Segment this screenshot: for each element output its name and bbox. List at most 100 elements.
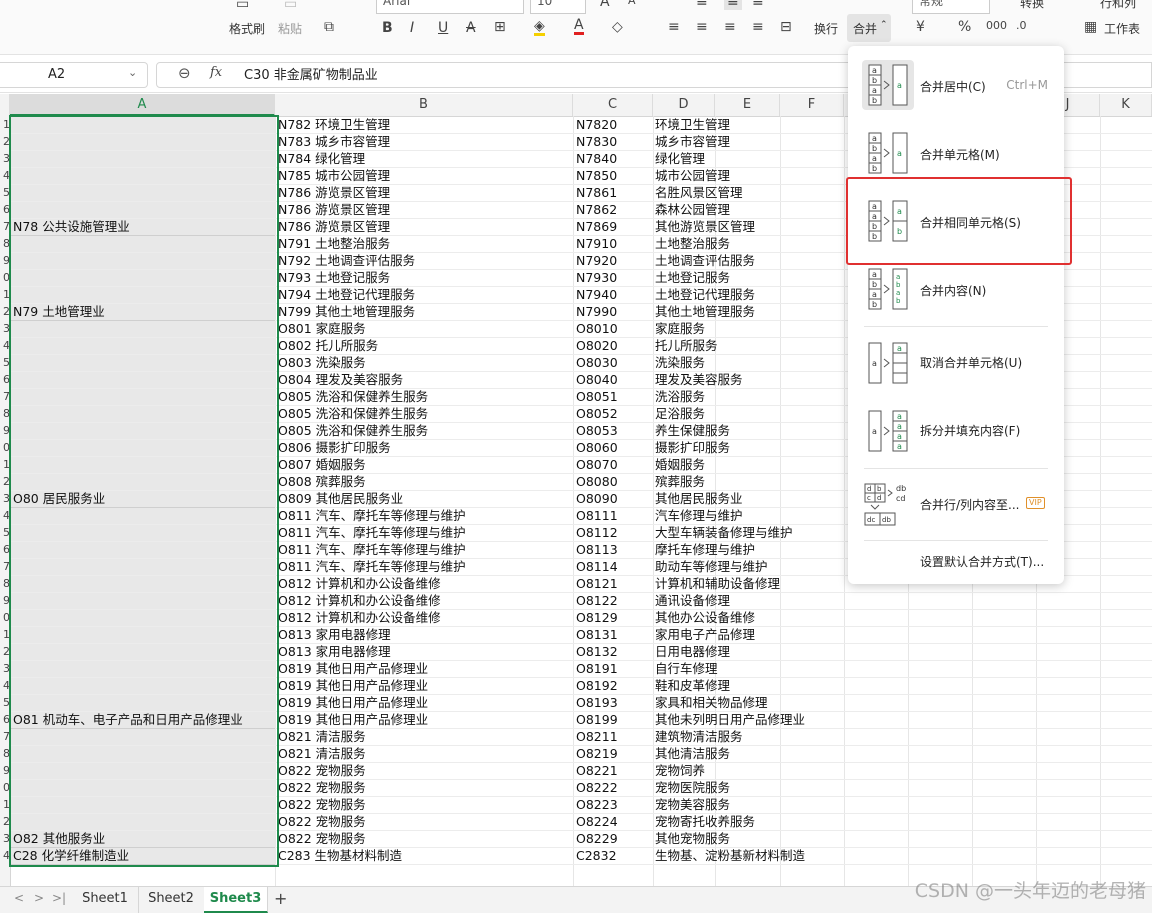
align-right-icon[interactable]: ≡ — [724, 19, 736, 35]
cell-b[interactable]: O812 计算机和办公设备维修 — [278, 592, 441, 609]
cell-d[interactable]: 通讯设备修理 — [655, 592, 730, 609]
copy-icon[interactable]: ⧉ — [324, 19, 334, 35]
menu-item-unmerge[interactable]: a a 取消合并单元格(U) — [848, 336, 1064, 396]
cell-d[interactable]: 其他居民服务业 — [655, 490, 743, 507]
cell-b[interactable]: N786 游览景区管理 — [278, 218, 390, 235]
align-center-icon[interactable]: ≡ — [696, 19, 708, 35]
cell-d[interactable]: 其他办公设备维修 — [655, 609, 755, 626]
cell-d[interactable]: 托儿所服务 — [655, 337, 718, 354]
cell-c[interactable]: O8053 — [576, 422, 618, 439]
cell-d[interactable]: 宠物美容服务 — [655, 796, 730, 813]
cell-d[interactable]: 其他未列明日用产品修理业 — [655, 711, 805, 728]
sheet-tab-2[interactable]: Sheet2 — [138, 887, 205, 913]
justify-icon[interactable]: ≡ — [752, 19, 764, 35]
menu-item-default-merge[interactable]: 设置默认合并方式(T)... — [848, 544, 1064, 578]
cell-b[interactable]: C283 生物基材料制造 — [278, 847, 402, 864]
cell-b[interactable]: O822 宠物服务 — [278, 830, 366, 847]
cell-b[interactable]: N783 城乡市容管理 — [278, 133, 390, 150]
cell-c[interactable]: O8211 — [576, 728, 618, 745]
cell-b[interactable]: O804 理发及美容服务 — [278, 371, 403, 388]
fx-icon[interactable]: fx — [210, 65, 222, 80]
cell-c[interactable]: O8221 — [576, 762, 618, 779]
menu-item-split-fill[interactable]: a aaaa 拆分并填充内容(F) — [848, 404, 1064, 464]
cell-b[interactable]: N782 环境卫生管理 — [278, 116, 390, 133]
cell-b[interactable]: O803 洗染服务 — [278, 354, 366, 371]
cell-b[interactable]: O805 洗浴和保健养生服务 — [278, 405, 428, 422]
cell-d[interactable]: 土地调查评估服务 — [655, 252, 755, 269]
column-header-a[interactable]: A — [10, 94, 275, 116]
format-painter-button[interactable]: 格式刷 — [229, 20, 265, 37]
cell-b[interactable]: O812 计算机和办公设备维修 — [278, 609, 441, 626]
convert-button[interactable]: 转换 — [1020, 0, 1044, 11]
cell-d[interactable]: 宠物寄托收养服务 — [655, 813, 755, 830]
cell-c[interactable]: O8193 — [576, 694, 618, 711]
cell-d[interactable]: 土地登记代理服务 — [655, 286, 755, 303]
cell-b[interactable]: O805 洗浴和保健养生服务 — [278, 388, 428, 405]
menu-item-merge-rows-cols[interactable]: db cd db cd dc db 合并行/列内容至... VIP — [848, 476, 1064, 536]
cell-c[interactable]: O8223 — [576, 796, 618, 813]
cell-d[interactable]: 其他宠物服务 — [655, 830, 730, 847]
cell-b[interactable]: O819 其他日用产品修理业 — [278, 694, 428, 711]
cell-c[interactable]: O8129 — [576, 609, 618, 626]
cell-b[interactable]: O822 宠物服务 — [278, 796, 366, 813]
cell-c[interactable]: N7920 — [576, 252, 617, 269]
cell-c[interactable]: N7862 — [576, 201, 617, 218]
cell-b[interactable]: O819 其他日用产品修理业 — [278, 711, 428, 728]
column-header-d[interactable]: D — [653, 94, 715, 116]
thousands-icon[interactable]: 000 — [986, 19, 1007, 32]
cell-b[interactable]: N786 游览景区管理 — [278, 201, 390, 218]
cell-b[interactable]: O802 托儿所服务 — [278, 337, 378, 354]
cell-b[interactable]: O821 清洁服务 — [278, 728, 366, 745]
cell-b[interactable]: O822 宠物服务 — [278, 779, 366, 796]
align-top-icon[interactable]: ≡ — [696, 0, 708, 10]
column-header-e[interactable]: E — [715, 94, 780, 116]
cell-b[interactable]: N793 土地登记服务 — [278, 269, 390, 286]
cell-b[interactable]: O806 摄影扩印服务 — [278, 439, 391, 456]
cell-b[interactable]: O819 其他日用产品修理业 — [278, 677, 428, 694]
cell-d[interactable]: 婚姻服务 — [655, 456, 705, 473]
align-bottom-icon[interactable]: ≡ — [752, 0, 764, 10]
strikethrough-button[interactable]: A — [466, 20, 476, 36]
menu-item-merge-content[interactable]: abab abab 合并内容(N) — [848, 262, 1064, 322]
cell-b[interactable]: O822 宠物服务 — [278, 762, 366, 779]
cell-b[interactable]: N785 城市公园管理 — [278, 167, 390, 184]
cell-c[interactable]: N7840 — [576, 150, 617, 167]
cell-b[interactable]: O809 其他居民服务业 — [278, 490, 403, 507]
cell-d[interactable]: 宠物饲养 — [655, 762, 705, 779]
cell-c[interactable]: N7861 — [576, 184, 617, 201]
cell-c[interactable]: C2832 — [576, 847, 617, 864]
cell-d[interactable]: 建筑物清洁服务 — [655, 728, 743, 745]
cell-b[interactable]: N792 土地调查评估服务 — [278, 252, 415, 269]
cell-b[interactable]: O821 清洁服务 — [278, 745, 366, 762]
cell-d[interactable]: 自行车修理 — [655, 660, 718, 677]
cell-c[interactable]: O8051 — [576, 388, 618, 405]
number-format-select[interactable]: 常规 — [912, 0, 990, 14]
cell-b[interactable]: O812 计算机和办公设备维修 — [278, 575, 441, 592]
cell-d[interactable]: 城乡市容管理 — [655, 133, 730, 150]
zoom-icon[interactable]: ⊖ — [178, 64, 191, 82]
cell-c[interactable]: O8112 — [576, 524, 618, 541]
cell-c[interactable]: O8122 — [576, 592, 618, 609]
cell-c[interactable]: N7869 — [576, 218, 617, 235]
cell-c[interactable]: O8020 — [576, 337, 618, 354]
cell-c[interactable]: N7820 — [576, 116, 617, 133]
decimal-icon[interactable]: .0 — [1016, 19, 1027, 32]
cell-b[interactable]: O813 家用电器修理 — [278, 643, 391, 660]
italic-button[interactable]: I — [410, 20, 414, 36]
align-left-icon[interactable]: ≡ — [668, 19, 680, 35]
cell-c[interactable]: O8222 — [576, 779, 618, 796]
sheet-tab-3[interactable]: Sheet3 — [204, 887, 268, 913]
percent-icon[interactable]: % — [958, 19, 971, 35]
column-header-b[interactable]: B — [275, 94, 573, 116]
cell-d[interactable]: 家庭服务 — [655, 320, 705, 337]
cell-d[interactable]: 家用电子产品修理 — [655, 626, 755, 643]
cell-d[interactable]: 宠物医院服务 — [655, 779, 730, 796]
cell-d[interactable]: 土地登记服务 — [655, 269, 730, 286]
merge-button[interactable]: 合并 — [853, 20, 877, 37]
cell-d[interactable]: 家具和相关物品修理 — [655, 694, 768, 711]
cell-b[interactable]: N799 其他土地管理服务 — [278, 303, 415, 320]
cell-b[interactable]: O813 家用电器修理 — [278, 626, 391, 643]
cell-d[interactable]: 摄影扩印服务 — [655, 439, 730, 456]
name-box[interactable]: A2 — [0, 62, 148, 88]
cell-d[interactable]: 日用电器修理 — [655, 643, 730, 660]
